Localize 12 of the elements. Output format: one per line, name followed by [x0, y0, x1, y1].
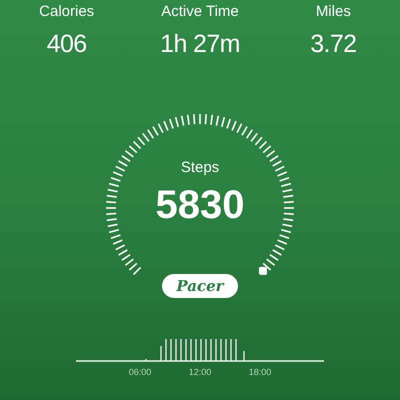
time-tick-label: 12:00 — [188, 366, 212, 379]
stat-value: 406 — [46, 29, 87, 60]
stat-label: Active Time — [161, 2, 239, 22]
stat-value: 3.72 — [310, 29, 356, 60]
time-tick-label: 06:00 — [128, 366, 152, 379]
steps-label: Steps — [180, 158, 220, 178]
stat-label: Calories — [39, 2, 94, 22]
stat-value: 1h 27m — [160, 29, 240, 60]
brand-logo: Pacer — [162, 274, 238, 298]
time-tick-label: 18:00 — [248, 366, 272, 379]
steps-count: 5830 — [156, 182, 244, 228]
stat-label: Miles — [316, 2, 351, 22]
